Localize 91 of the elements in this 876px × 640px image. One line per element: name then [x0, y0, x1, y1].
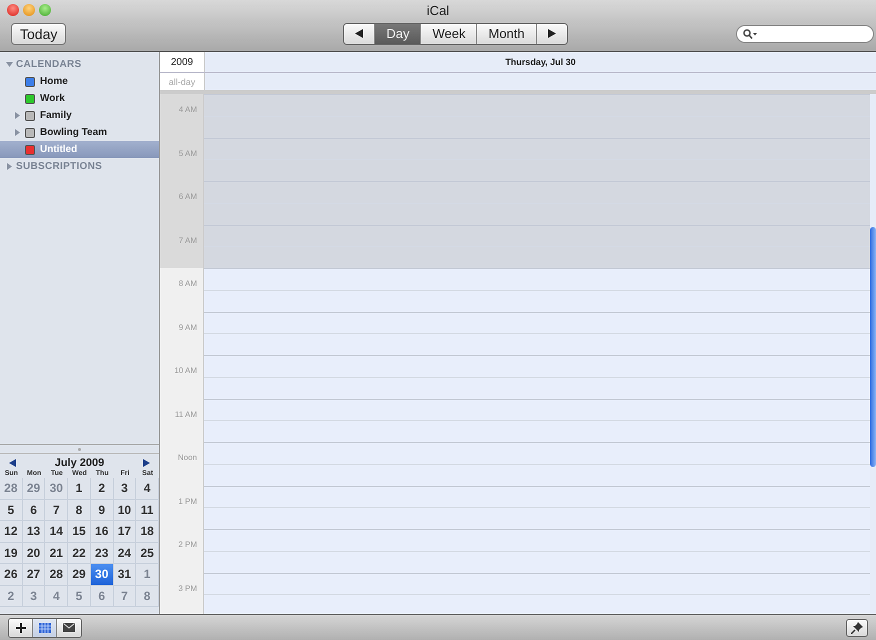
date-cell[interactable]: 29 — [68, 564, 91, 586]
date-cell[interactable]: 7 — [45, 500, 68, 521]
right-arrow-icon — [548, 29, 556, 38]
date-cell[interactable]: 31 — [114, 564, 136, 586]
calendar-checkbox[interactable] — [25, 128, 35, 138]
date-cell[interactable]: 22 — [68, 542, 91, 564]
calendar-item[interactable]: Home — [0, 73, 159, 90]
calendar-checkbox[interactable] — [25, 94, 35, 104]
previous-month-button[interactable] — [9, 459, 16, 467]
date-cell[interactable]: 12 — [0, 521, 23, 542]
hour-label: Noon — [178, 453, 197, 462]
view-tab[interactable]: Day — [375, 24, 422, 44]
previous-button[interactable] — [344, 24, 376, 44]
zoom-button[interactable] — [39, 4, 51, 16]
hour-label: 6 AM — [178, 192, 197, 201]
calendar-name: Home — [40, 76, 68, 87]
left-arrow-icon — [355, 29, 364, 38]
plus-icon — [16, 622, 26, 632]
calendar-item[interactable]: Family — [0, 107, 159, 124]
date-cell[interactable]: 3 — [114, 478, 136, 500]
disclosure-triangle-icon[interactable] — [6, 61, 13, 68]
date-cell[interactable]: 9 — [90, 500, 114, 521]
hour-label: 4 AM — [178, 105, 197, 114]
date-cell[interactable]: 23 — [90, 542, 114, 564]
pushpin-icon — [851, 622, 863, 634]
calendar-item[interactable]: Work — [0, 90, 159, 107]
date-cell[interactable]: 4 — [136, 478, 159, 500]
date-cell[interactable]: 25 — [136, 542, 159, 564]
date-cell[interactable]: 5 — [0, 500, 23, 521]
date-cell[interactable]: 14 — [45, 521, 68, 542]
calendar-item[interactable]: Bowling Team — [0, 124, 159, 141]
hour-label: 10 AM — [174, 366, 197, 375]
envelope-icon — [63, 623, 75, 632]
hour-label: 9 AM — [178, 322, 197, 332]
calendar-name: Bowling Team — [40, 127, 108, 138]
date-cell[interactable]: 20 — [22, 542, 46, 564]
view-tab[interactable]: Month — [477, 24, 537, 44]
resize-handle[interactable] — [78, 448, 81, 450]
hour-label: 2 PM — [178, 540, 197, 549]
hour-label: 11 AM — [174, 410, 197, 418]
calendar-checkbox[interactable] — [25, 76, 35, 86]
date-cell[interactable]: 18 — [136, 521, 159, 542]
month-title: July 2009 — [54, 457, 104, 469]
calendar-button[interactable] — [33, 618, 57, 636]
scrollbar-thumb[interactable] — [870, 227, 876, 467]
search-icon — [743, 28, 757, 38]
window-title: iCal — [426, 2, 450, 18]
hour-label: 8 AM — [178, 279, 197, 288]
date-cell[interactable]: 6 — [22, 500, 46, 521]
date-cell[interactable]: 21 — [45, 542, 68, 564]
hour-label: 1 PM — [178, 496, 197, 506]
view-tab[interactable]: Week — [421, 24, 478, 44]
disclosure-triangle-icon[interactable] — [14, 112, 20, 119]
date-cell[interactable]: 13 — [22, 521, 46, 542]
next-button[interactable] — [536, 24, 567, 44]
calendar-checkbox[interactable] — [25, 110, 35, 120]
year-label: 2009 — [170, 56, 194, 68]
date-cell[interactable]: 24 — [114, 542, 136, 564]
calendar-grid-icon — [38, 622, 50, 632]
disclosure-triangle-icon[interactable] — [6, 163, 13, 170]
calendar-checkbox[interactable] — [25, 144, 35, 154]
hour-label: 7 AM — [178, 236, 197, 244]
hour-label: 5 AM — [178, 148, 197, 158]
date-cell[interactable]: 8 — [68, 500, 91, 521]
date-cell[interactable]: 17 — [114, 521, 136, 542]
calendar-name: Work — [40, 93, 65, 104]
day-header: Thursday, Jul 30 — [505, 57, 576, 67]
calendar-name: Untitled — [40, 144, 78, 155]
date-cell[interactable]: 2 — [90, 478, 114, 500]
add-button[interactable] — [9, 618, 33, 636]
date-cell[interactable]: 1 — [68, 478, 91, 500]
close-button[interactable] — [7, 4, 19, 16]
next-month-button[interactable] — [142, 459, 150, 467]
mail-button[interactable] — [57, 618, 81, 636]
date-cell[interactable]: 11 — [136, 500, 159, 521]
date-cell[interactable]: 30 — [90, 564, 114, 586]
search-field[interactable] — [736, 24, 874, 42]
date-cell[interactable]: 10 — [114, 500, 136, 521]
disclosure-triangle-icon[interactable] — [14, 129, 20, 136]
pin-button[interactable] — [846, 618, 868, 636]
date-cell[interactable]: 19 — [0, 542, 23, 564]
minimize-button[interactable] — [23, 4, 35, 16]
today-button[interactable]: Today — [11, 22, 66, 44]
date-cell[interactable]: 15 — [68, 521, 91, 542]
date-cell[interactable]: 28 — [45, 564, 68, 586]
date-cell[interactable]: 16 — [90, 521, 114, 542]
all-day-label: all-day — [168, 76, 196, 86]
calendar-name: Family — [40, 110, 72, 121]
hour-label: 3 PM — [178, 584, 197, 592]
date-cell[interactable]: 26 — [0, 564, 23, 586]
date-cell[interactable]: 27 — [22, 564, 46, 586]
